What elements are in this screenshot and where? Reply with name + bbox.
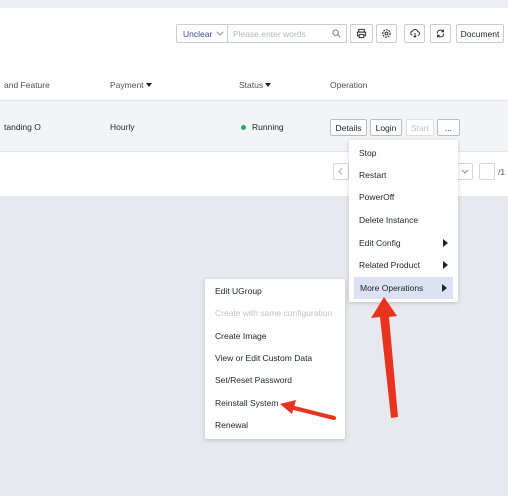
page-number-input[interactable] [479, 163, 495, 180]
cloud-download-icon [409, 29, 420, 38]
payment-value: Hourly [110, 122, 135, 132]
menu-item-create-same-config: Create with same configuration [215, 308, 333, 318]
print-button[interactable] [350, 24, 373, 43]
filter-icon[interactable] [265, 83, 272, 87]
annotation-arrow-icon [371, 297, 398, 418]
menu-item-delete-instance[interactable]: Delete Instance [349, 209, 458, 231]
menu-item-create-image[interactable]: Create Image [205, 325, 345, 347]
chevron-left-icon [338, 167, 343, 176]
chevron-down-icon [461, 169, 469, 174]
column-header-status[interactable]: Status [239, 80, 272, 90]
filter-select[interactable]: Unclear [176, 24, 228, 43]
more-button[interactable]: ... [437, 119, 460, 136]
menu-item-stop[interactable]: Stop [349, 142, 458, 164]
search-icon[interactable] [332, 29, 341, 38]
page-total: /1 [498, 167, 506, 177]
operation-menu: Stop Restart PowerOff Delete Instance Ed… [349, 140, 458, 302]
download-button[interactable] [404, 24, 425, 43]
page-size-select[interactable] [457, 163, 473, 180]
column-header-feature: and Feature [4, 80, 50, 90]
document-button[interactable]: Document [456, 24, 504, 43]
menu-item-more-operations[interactable]: More Operations [354, 277, 453, 299]
refresh-button[interactable] [430, 24, 451, 43]
printer-icon [356, 28, 367, 39]
top-strip [0, 0, 508, 8]
status-dot-icon [241, 125, 246, 131]
chevron-down-icon [216, 28, 224, 36]
status-badge: Running [241, 122, 284, 132]
chevron-right-icon [443, 261, 448, 269]
menu-item-restart[interactable]: Restart [349, 164, 458, 186]
menu-item-edit-config[interactable]: Edit Config [349, 232, 458, 254]
column-header-payment[interactable]: Payment [110, 80, 152, 90]
menu-item-custom-data[interactable]: View or Edit Custom Data [205, 347, 345, 369]
search-input[interactable] [233, 28, 328, 39]
menu-item-poweroff[interactable]: PowerOff [349, 186, 458, 208]
more-operations-submenu: Edit UGroup Create with same configurati… [205, 279, 345, 439]
details-button[interactable]: Details [330, 119, 367, 136]
filter-icon[interactable] [145, 83, 152, 87]
menu-item-edit-ugroup[interactable]: Edit UGroup [205, 280, 345, 302]
prev-page-button[interactable] [333, 163, 349, 180]
start-button[interactable]: Start [406, 119, 434, 136]
refresh-icon [436, 29, 445, 38]
menu-item-renewal[interactable]: Renewal [205, 414, 345, 436]
login-button[interactable]: Login [370, 119, 402, 136]
instance-name[interactable]: tanding O [4, 122, 41, 132]
gear-icon [382, 29, 391, 38]
filter-select-value: Unclear [183, 28, 213, 39]
chevron-right-icon [442, 284, 447, 292]
settings-button[interactable] [376, 24, 397, 43]
menu-item-reinstall-system[interactable]: Reinstall System [205, 392, 345, 414]
search-box[interactable] [227, 24, 347, 43]
column-header-operation: Operation [330, 80, 368, 90]
menu-item-related-product[interactable]: Related Product [349, 254, 458, 276]
menu-item-reset-password[interactable]: Set/Reset Password [205, 369, 345, 391]
chevron-right-icon [443, 239, 448, 247]
